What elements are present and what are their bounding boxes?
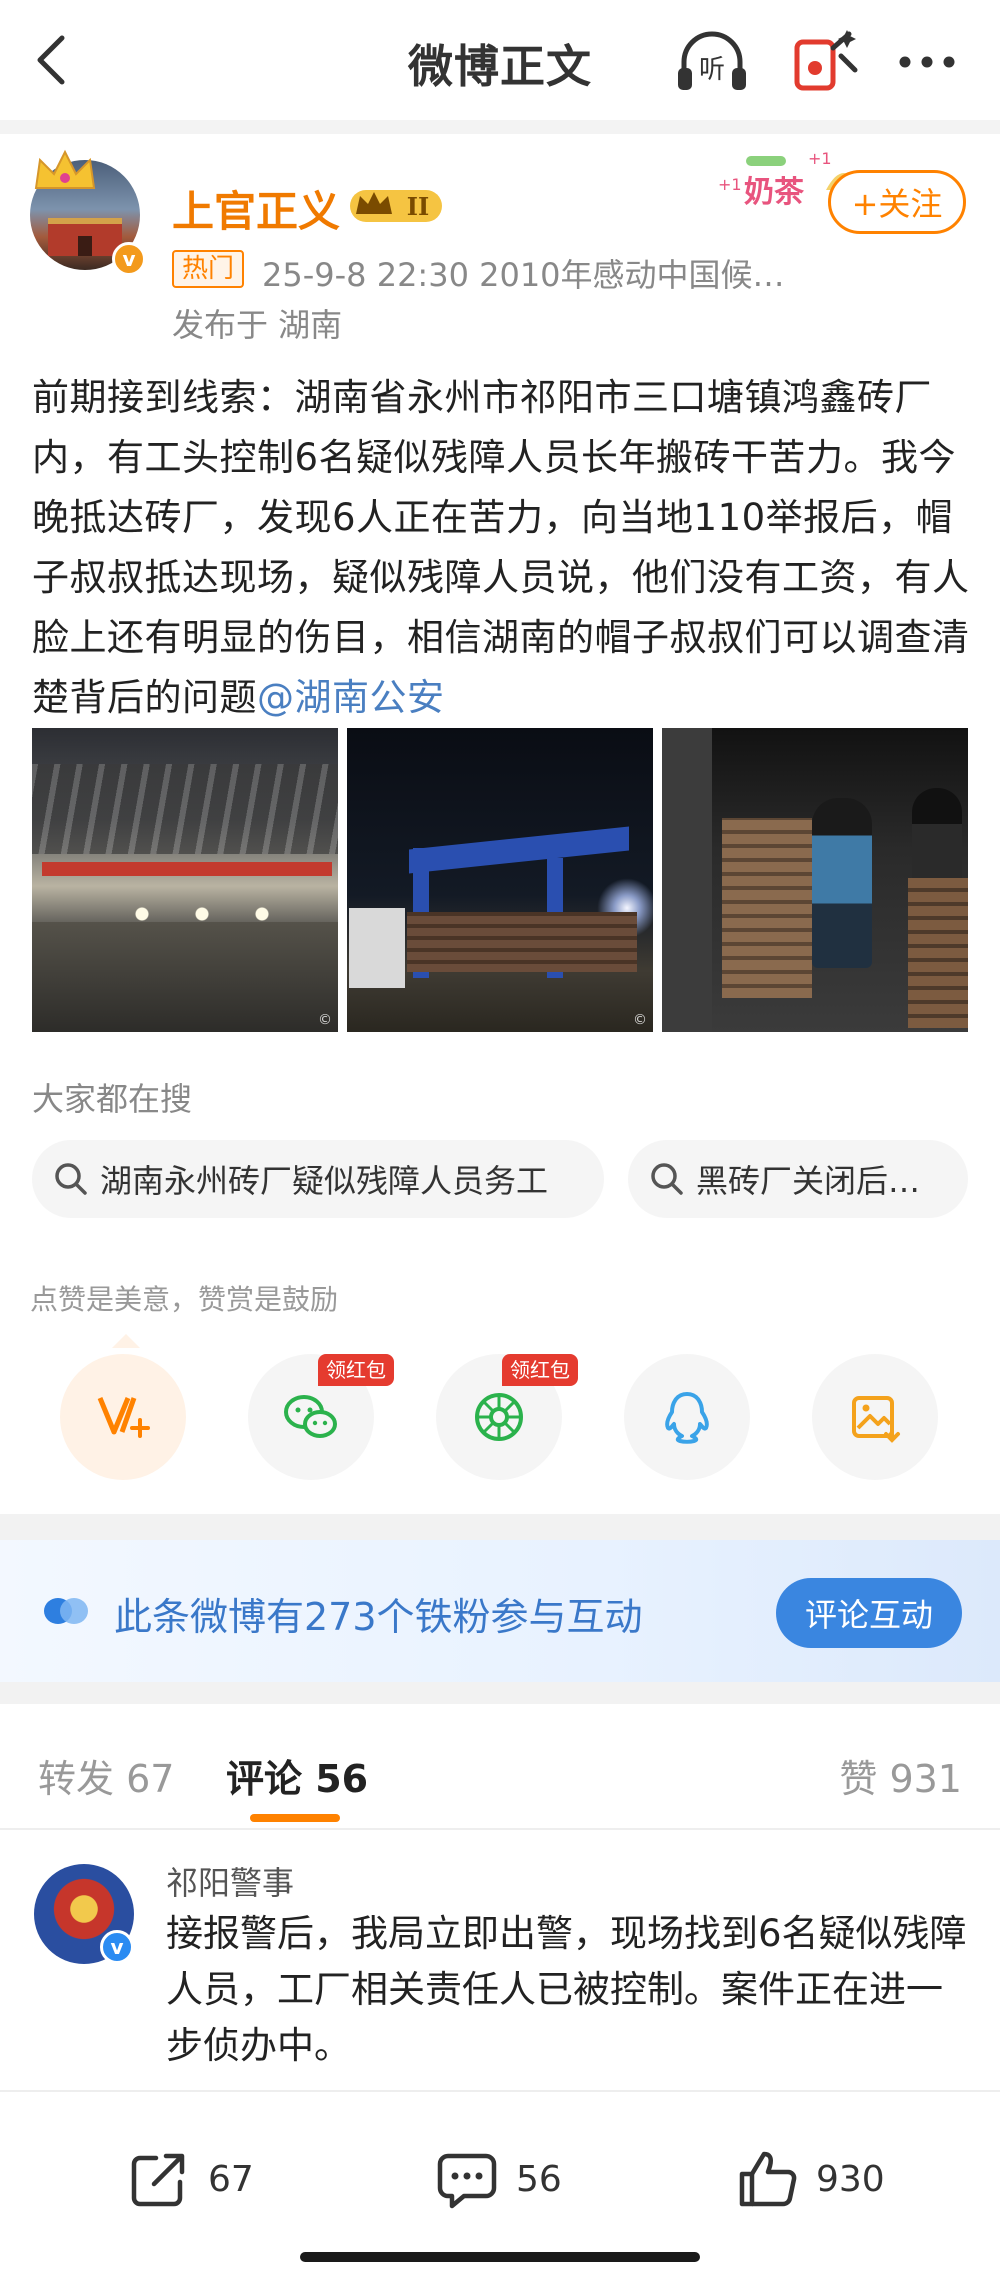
author-name[interactable]: 上官正义: [172, 178, 340, 239]
level-badge: II: [350, 190, 442, 222]
home-indicator: [300, 2252, 700, 2262]
search-chip[interactable]: 黑砖厂关闭后…: [628, 1140, 968, 1218]
save-image-icon: [852, 1396, 900, 1443]
red-packet-badge: 领红包: [318, 1354, 394, 1386]
headphones-icon: 听: [678, 31, 746, 90]
svg-text:奶茶: 奶茶: [744, 175, 805, 210]
red-envelope-button[interactable]: [783, 26, 863, 98]
commenter-avatar[interactable]: v: [34, 1864, 134, 1964]
post-body: 前期接到线索：湖南省永州市祁阳市三口塘镇鸿鑫砖厂内，有工头控制6名疑似残障人员长…: [32, 376, 970, 719]
post-text: 前期接到线索：湖南省永州市祁阳市三口塘镇鸿鑫砖厂内，有工头控制6名疑似残障人员长…: [32, 368, 972, 728]
bottom-action-bar: 67 56 930: [0, 2090, 1000, 2277]
crown-icon: [34, 149, 96, 189]
repost-count: 67: [208, 2158, 254, 2200]
fans-interaction-banner: 此条微博有273个铁粉参与互动 评论互动: [0, 1540, 1000, 1682]
post-location: 发布于 湖南: [172, 306, 343, 344]
thumbs-up-icon: [739, 2151, 797, 2207]
top-bar: 微博正文 听: [0, 0, 1000, 120]
trending-search-title: 大家都在搜: [32, 1080, 193, 1118]
section-divider: [0, 1514, 1000, 1540]
post-meta: 25-9-8 22:30 2010年感动中国候…: [262, 256, 785, 294]
more-dots-icon: [899, 56, 955, 68]
reward-button[interactable]: [60, 1354, 186, 1480]
follow-button[interactable]: +关注: [828, 170, 966, 234]
comment-text: 接报警后，我局立即出警，现场找到6名疑似残障人员，工厂相关责任人已被控制。案件正…: [166, 1912, 967, 2067]
comment-bubble-icon: [437, 2153, 497, 2209]
commenter-name[interactable]: 祁阳警事: [166, 1858, 294, 1904]
reward-v-icon: [97, 1397, 150, 1438]
section-divider: [0, 120, 1000, 134]
like-count: 930: [816, 2158, 885, 2200]
fans-text: 此条微博有273个铁粉参与互动: [114, 1595, 643, 1639]
fans-icon: [44, 1598, 88, 1624]
hot-tag: 热门: [172, 250, 245, 288]
search-icon: [651, 1163, 683, 1195]
tab-likes[interactable]: 赞 931: [839, 1748, 962, 1803]
section-divider: [0, 1682, 1000, 1704]
search-chip-label: 湖南永州砖厂疑似残障人员务工: [100, 1162, 549, 1200]
comment-count: 56: [516, 2158, 562, 2200]
comment-interact-button[interactable]: 评论互动: [776, 1578, 962, 1648]
svg-text:+1: +1: [718, 175, 742, 194]
tab-active-indicator: [250, 1814, 340, 1822]
post-photo[interactable]: [662, 728, 968, 1032]
svg-text:II: II: [407, 192, 429, 221]
comment-button[interactable]: 56: [434, 2144, 562, 2214]
verified-badge: v: [112, 242, 146, 276]
photo-grid: © ©: [32, 728, 968, 1032]
post-photo[interactable]: ©: [347, 728, 653, 1032]
repost-button[interactable]: 67: [126, 2144, 254, 2214]
mention-link[interactable]: @湖南公安: [257, 676, 445, 719]
qq-icon: [665, 1392, 709, 1444]
red-envelope-icon: [794, 30, 858, 91]
tab-comment[interactable]: 评论 56: [226, 1748, 368, 1803]
watermark: ©: [318, 1012, 332, 1028]
svg-text:听: 听: [699, 55, 725, 85]
reward-caret: [112, 1334, 140, 1348]
like-button[interactable]: 930: [734, 2144, 885, 2214]
tab-repost[interactable]: 转发 67: [38, 1748, 174, 1803]
svg-text:+1: +1: [808, 150, 832, 168]
author-avatar[interactable]: v: [30, 149, 146, 276]
divider: [0, 1828, 1000, 1830]
post-photo[interactable]: ©: [32, 728, 338, 1032]
share-qq-button[interactable]: [624, 1354, 750, 1480]
reward-title: 点赞是美意，赞赏是鼓励: [30, 1283, 339, 1316]
search-chip-label: 黑砖厂关闭后…: [696, 1162, 921, 1200]
red-packet-badge: 领红包: [502, 1354, 578, 1386]
share-arrow-icon: [131, 2153, 185, 2207]
listen-button[interactable]: 听: [672, 26, 752, 98]
moments-icon: [475, 1393, 523, 1441]
watermark: ©: [633, 1012, 647, 1028]
search-chip[interactable]: 湖南永州砖厂疑似残障人员务工: [32, 1140, 604, 1218]
more-button[interactable]: [887, 26, 967, 98]
search-icon: [55, 1163, 87, 1195]
save-image-button[interactable]: [812, 1354, 938, 1480]
wechat-icon: [284, 1395, 337, 1438]
verified-badge: v: [100, 1930, 134, 1964]
